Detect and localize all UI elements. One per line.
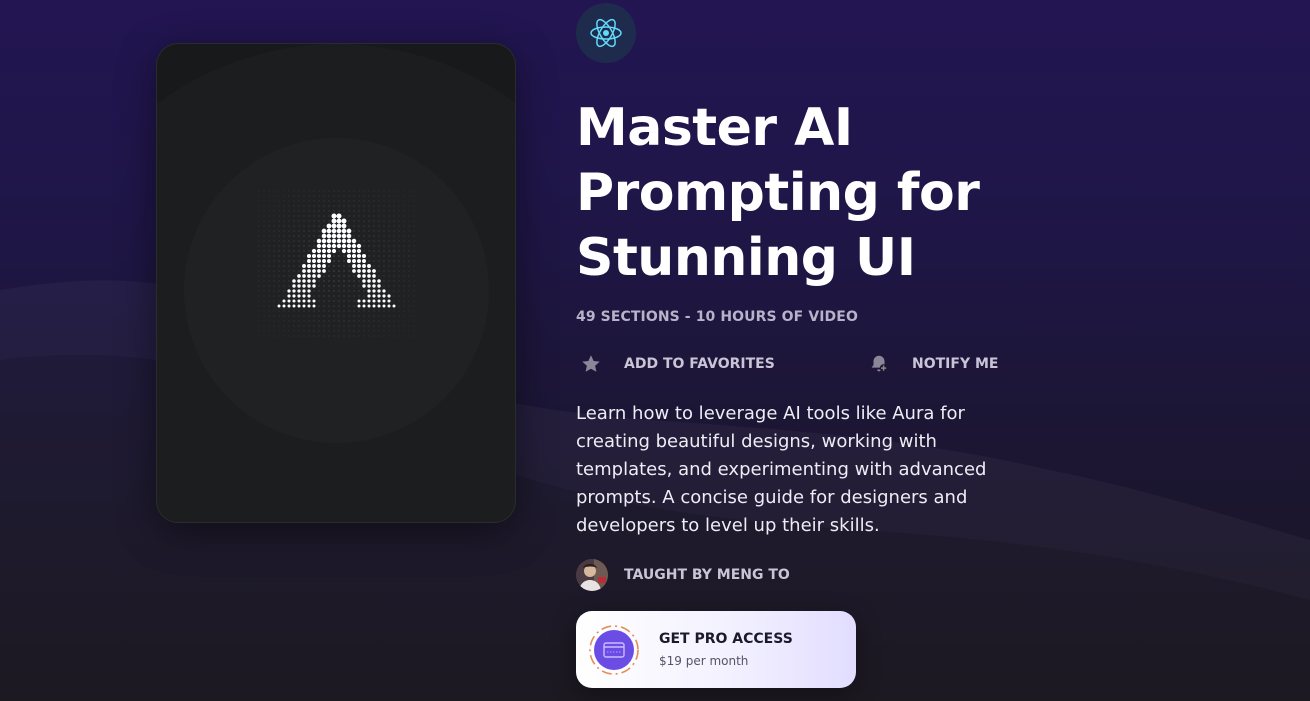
teacher-info[interactable]: TAUGHT BY MENG TO	[576, 559, 790, 591]
aura-logo-icon	[258, 190, 415, 337]
get-pro-access-button[interactable]: GET PRO ACCESS $19 per month	[576, 611, 856, 688]
notify-me-label: NOTIFY ME	[912, 356, 999, 372]
bell-plus-icon	[866, 351, 892, 377]
pro-access-title: GET PRO ACCESS	[659, 631, 793, 647]
notify-me-button[interactable]: NOTIFY ME	[866, 351, 998, 377]
course-title: Master AI Prompting for Stunning UI	[576, 98, 980, 288]
avatar	[576, 559, 608, 591]
course-meta: 49 SECTIONS - 10 HOURS OF VIDEO	[576, 309, 858, 325]
star-icon	[578, 351, 604, 377]
react-icon	[576, 3, 636, 63]
pro-card-icon	[589, 625, 639, 675]
teacher-label: TAUGHT BY MENG TO	[624, 567, 790, 583]
add-to-favorites-label: ADD TO FAVORITES	[624, 356, 775, 372]
course-cover-card[interactable]	[156, 43, 516, 523]
course-description: Learn how to leverage AI tools like Aura…	[576, 403, 987, 536]
add-to-favorites-button[interactable]: ADD TO FAVORITES	[578, 351, 775, 377]
pro-price: $19 per month	[659, 654, 749, 668]
